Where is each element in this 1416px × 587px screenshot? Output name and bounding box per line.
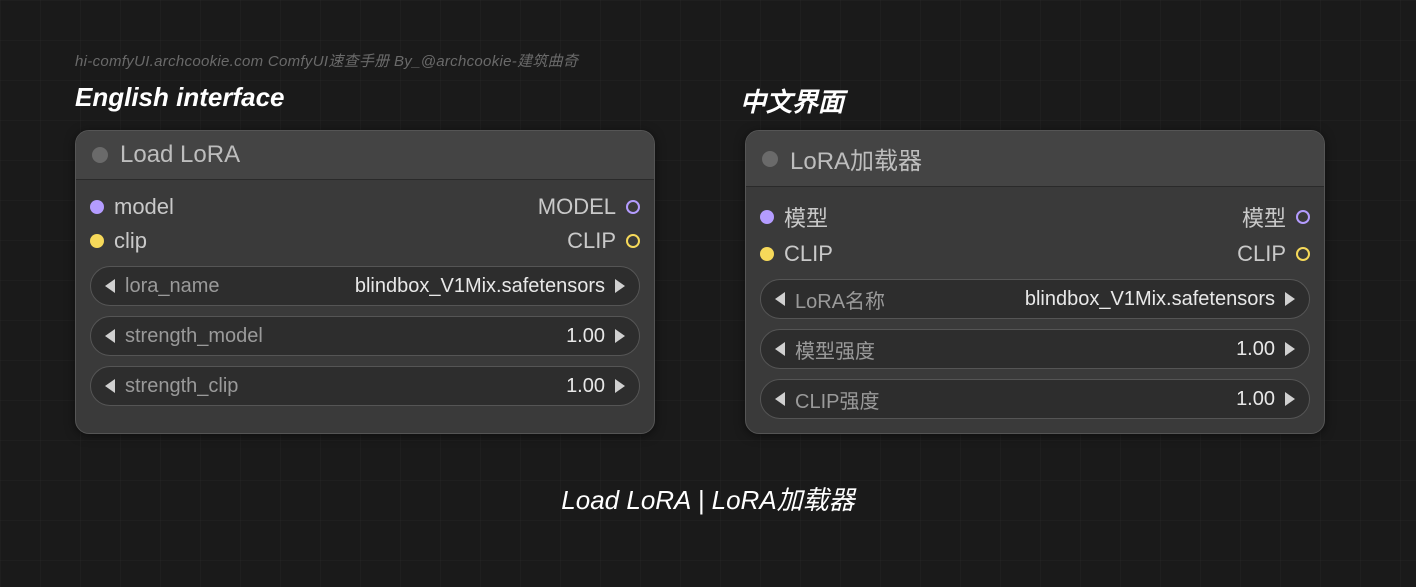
node-header-zh[interactable]: LoRA加载器 <box>746 131 1324 187</box>
widget-value: blindbox_V1Mix.safetensors <box>885 288 1275 311</box>
output-port-model[interactable]: MODEL <box>538 194 640 220</box>
widget-lora-name[interactable]: lora_name blindbox_V1Mix.safetensors <box>90 266 640 306</box>
chevron-right-icon[interactable] <box>1285 292 1295 306</box>
port-dot-icon[interactable] <box>626 200 640 214</box>
chevron-left-icon[interactable] <box>105 279 115 293</box>
widget-value: 1.00 <box>263 325 605 348</box>
widget-label: 模型强度 <box>795 335 875 364</box>
widgets-en: lora_name blindbox_V1Mix.safetensors str… <box>76 258 654 406</box>
node-body-en: model MODEL clip CLIP <box>76 180 654 420</box>
chevron-right-icon[interactable] <box>615 279 625 293</box>
widgets-zh: LoRA名称 blindbox_V1Mix.safetensors 模型强度 1… <box>746 271 1324 419</box>
input-port-clip[interactable]: clip <box>90 228 147 254</box>
output-label: CLIP <box>1237 241 1286 267</box>
chevron-left-icon[interactable] <box>775 342 785 356</box>
port-dot-icon[interactable] <box>1296 247 1310 261</box>
widget-strength-model-zh[interactable]: 模型强度 1.00 <box>760 329 1310 369</box>
panels-container: Load LoRA model MODEL clip CLIP <box>75 130 1325 434</box>
node-load-lora-en[interactable]: Load LoRA model MODEL clip CLIP <box>75 130 655 434</box>
chevron-right-icon[interactable] <box>615 379 625 393</box>
widget-value: 1.00 <box>238 375 605 398</box>
input-label: 模型 <box>784 201 828 233</box>
chevron-left-icon[interactable] <box>775 292 785 306</box>
section-title-english: English interface <box>75 82 285 113</box>
input-port-model-zh[interactable]: 模型 <box>760 201 828 233</box>
output-port-clip[interactable]: CLIP <box>567 228 640 254</box>
widget-value: 1.00 <box>879 388 1275 411</box>
collapse-dot-icon[interactable] <box>762 151 778 167</box>
widget-lora-name-zh[interactable]: LoRA名称 blindbox_V1Mix.safetensors <box>760 279 1310 319</box>
input-label: model <box>114 194 174 220</box>
node-header-en[interactable]: Load LoRA <box>76 131 654 180</box>
output-label: 模型 <box>1242 201 1286 233</box>
input-label: clip <box>114 228 147 254</box>
port-dot-icon[interactable] <box>760 247 774 261</box>
chevron-right-icon[interactable] <box>1285 342 1295 356</box>
widget-label: LoRA名称 <box>795 285 885 314</box>
port-row-1-zh: 模型 模型 <box>746 197 1324 237</box>
watermark-text: hi-comfyUI.archcookie.com ComfyUI速查手册 By… <box>75 50 578 71</box>
widget-value: blindbox_V1Mix.safetensors <box>220 275 605 298</box>
figure-caption: Load LoRA | LoRA加载器 <box>0 480 1416 517</box>
output-port-model-zh[interactable]: 模型 <box>1242 201 1310 233</box>
port-row-2-en: clip CLIP <box>76 224 654 258</box>
node-load-lora-zh[interactable]: LoRA加载器 模型 模型 CLIP CLIP <box>745 130 1325 434</box>
port-dot-icon[interactable] <box>90 200 104 214</box>
output-label: CLIP <box>567 228 616 254</box>
chevron-right-icon[interactable] <box>615 329 625 343</box>
chevron-left-icon[interactable] <box>105 379 115 393</box>
input-port-model[interactable]: model <box>90 194 174 220</box>
node-title-zh: LoRA加载器 <box>790 141 922 176</box>
widget-label: strength_clip <box>125 375 238 398</box>
port-dot-icon[interactable] <box>626 234 640 248</box>
output-label: MODEL <box>538 194 616 220</box>
port-row-1-en: model MODEL <box>76 190 654 224</box>
widget-strength-model[interactable]: strength_model 1.00 <box>90 316 640 356</box>
widget-strength-clip[interactable]: strength_clip 1.00 <box>90 366 640 406</box>
widget-label: lora_name <box>125 275 220 298</box>
widget-strength-clip-zh[interactable]: CLIP强度 1.00 <box>760 379 1310 419</box>
collapse-dot-icon[interactable] <box>92 147 108 163</box>
port-dot-icon[interactable] <box>760 210 774 224</box>
chevron-right-icon[interactable] <box>1285 392 1295 406</box>
widget-label: strength_model <box>125 325 263 348</box>
section-title-chinese: 中文界面 <box>740 82 844 119</box>
widget-value: 1.00 <box>875 338 1275 361</box>
port-row-2-zh: CLIP CLIP <box>746 237 1324 271</box>
input-port-clip-zh[interactable]: CLIP <box>760 241 833 267</box>
port-dot-icon[interactable] <box>1296 210 1310 224</box>
widget-label: CLIP强度 <box>795 385 879 414</box>
port-dot-icon[interactable] <box>90 234 104 248</box>
output-port-clip-zh[interactable]: CLIP <box>1237 241 1310 267</box>
chevron-left-icon[interactable] <box>105 329 115 343</box>
node-body-zh: 模型 模型 CLIP CLIP <box>746 187 1324 433</box>
node-title-en: Load LoRA <box>120 141 240 169</box>
input-label: CLIP <box>784 241 833 267</box>
chevron-left-icon[interactable] <box>775 392 785 406</box>
